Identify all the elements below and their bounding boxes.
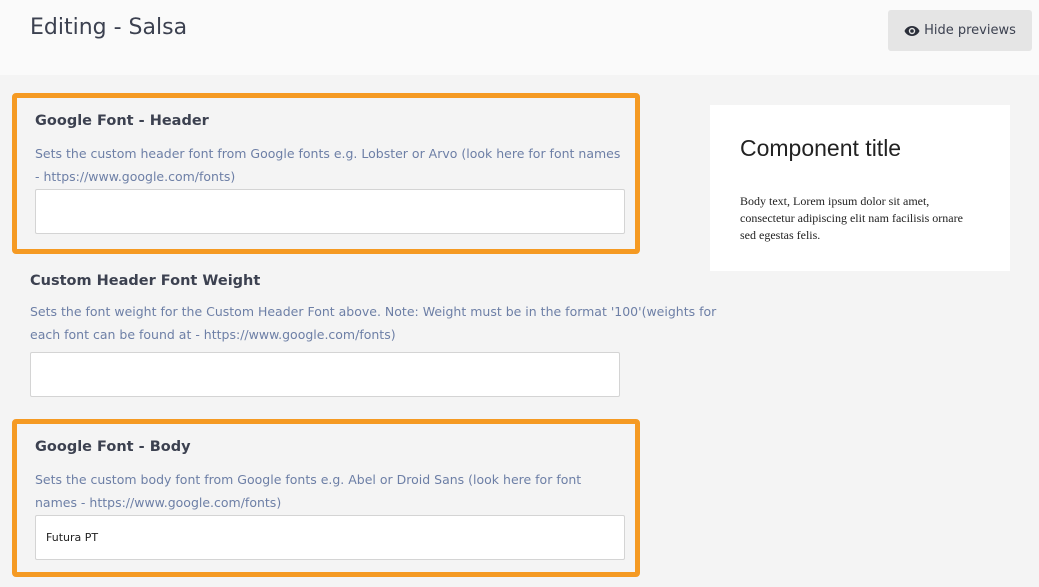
- field-description: Sets the custom body font from Google fo…: [35, 472, 582, 510]
- top-bar: Editing - Salsa Hide previews: [0, 0, 1039, 75]
- field-label: Google Font - Header: [35, 113, 209, 129]
- page-title: Editing - Salsa: [30, 15, 188, 40]
- custom-header-font-weight-input[interactable]: [30, 352, 620, 397]
- field-label: Custom Header Font Weight: [30, 273, 261, 289]
- field-description: Sets the custom header font from Google …: [35, 146, 621, 184]
- field-google-font-header: Google Font - Header Sets the custom hea…: [12, 93, 640, 254]
- hide-previews-button[interactable]: Hide previews: [888, 10, 1032, 51]
- preview-body-text: Body text, Lorem ipsum dolor sit amet, c…: [740, 194, 963, 242]
- field-label: Google Font - Body: [35, 439, 191, 455]
- field-custom-header-font-weight: Custom Header Font Weight Sets the font …: [12, 259, 716, 409]
- google-font-header-input[interactable]: [35, 189, 625, 234]
- field-description: Sets the font weight for the Custom Head…: [30, 304, 717, 342]
- eye-icon: [904, 25, 920, 36]
- preview-title: Component title: [740, 135, 902, 161]
- hide-previews-label: Hide previews: [924, 23, 1016, 38]
- google-font-body-input[interactable]: [35, 515, 625, 560]
- preview-card: Component title Body text, Lorem ipsum d…: [710, 105, 1010, 271]
- field-google-font-body: Google Font - Body Sets the custom body …: [12, 419, 640, 577]
